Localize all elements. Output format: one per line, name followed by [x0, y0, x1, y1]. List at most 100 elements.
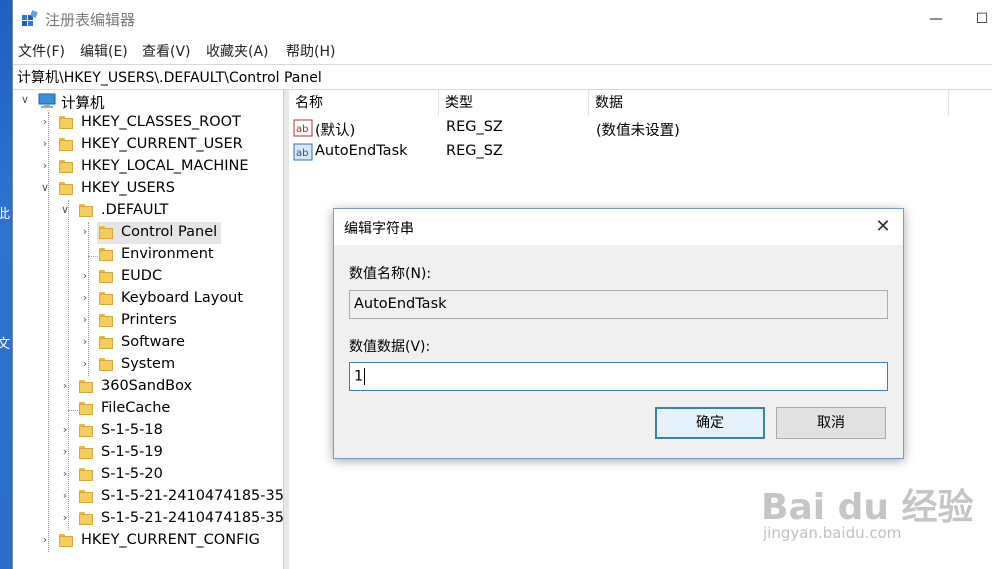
menu-file[interactable]: 文件(F) [18, 41, 65, 61]
value-data-input[interactable]: 1 [349, 362, 888, 391]
tree-item-label: 360SandBox [101, 378, 193, 394]
tree-item-s-1-5-20[interactable]: › S-1-5-20 [13, 464, 281, 486]
title-bar[interactable]: 注册表编辑器 — ☐ [13, 0, 992, 38]
column-header-name[interactable]: 名称 [289, 90, 439, 116]
column-header-type[interactable]: 类型 [439, 90, 589, 116]
window-title: 注册表编辑器 [45, 11, 136, 29]
tree-item-keyboard-layout[interactable]: › Keyboard Layout [13, 288, 281, 310]
value-name-label: 数值名称(N): [349, 266, 432, 282]
chevron-right-icon[interactable]: › [79, 291, 91, 305]
chevron-down-icon[interactable]: ∨ [39, 181, 51, 195]
close-icon[interactable]: ✕ [869, 215, 897, 239]
cancel-button[interactable]: 取消 [776, 407, 886, 439]
tree-item-software[interactable]: › Software [13, 332, 281, 354]
value-name-field: AutoEndTask [349, 290, 888, 319]
chevron-right-icon[interactable]: › [39, 533, 51, 547]
tree-item-hkey-classes-root[interactable]: › HKEY_CLASSES_ROOT [13, 112, 281, 134]
chevron-right-icon[interactable]: › [79, 269, 91, 283]
tree-item-label: S-1-5-21-2410474185-35 [101, 510, 283, 526]
chevron-right-icon[interactable]: › [59, 467, 71, 481]
address-bar[interactable]: 计算机\HKEY_USERS\.DEFAULT\Control Panel [13, 64, 992, 90]
tree-item-label: S-1-5-19 [101, 444, 163, 460]
chevron-right-icon[interactable]: › [39, 115, 51, 129]
tree-item-hkey-local-machine[interactable]: › HKEY_LOCAL_MACHINE [13, 156, 281, 178]
string-value-icon: ab [293, 119, 313, 137]
value-data: (数值未设置) [596, 123, 680, 139]
folder-icon [99, 292, 113, 306]
string-value-icon: ab [293, 143, 313, 161]
tree-item-hkey-current-config[interactable]: › HKEY_CURRENT_CONFIG [13, 530, 281, 552]
menu-view[interactable]: 查看(V) [142, 41, 191, 61]
chevron-right-icon[interactable]: › [39, 159, 51, 173]
desktop-background: 此 文 [0, 0, 12, 569]
chevron-down-icon[interactable]: ∨ [59, 203, 71, 217]
tree-item-label: S-1-5-20 [101, 466, 163, 482]
desktop-icon-label: 此 [0, 207, 11, 222]
folder-icon [79, 490, 93, 504]
tree-item-eudc[interactable]: › EUDC [13, 266, 281, 288]
folder-icon [99, 226, 113, 240]
tree-item-s-1-5-19[interactable]: › S-1-5-19 [13, 442, 281, 464]
tree-item-hkey-users[interactable]: ∨ HKEY_USERS [13, 178, 281, 200]
computer-icon [38, 93, 56, 108]
key-tree: ∨ 计算机 › HKEY_CLASSES_ROOT › HKEY_CURRENT… [13, 90, 283, 569]
folder-icon [99, 248, 113, 262]
value-data-text: 1 [354, 368, 364, 385]
tree-item-360sandbox[interactable]: › 360SandBox [13, 376, 281, 398]
tree-item-s-1-5-18[interactable]: › S-1-5-18 [13, 420, 281, 442]
menu-edit[interactable]: 编辑(E) [80, 41, 128, 61]
menu-help[interactable]: 帮助(H) [286, 41, 335, 61]
tree-item-label: .DEFAULT [101, 202, 169, 218]
value-type: REG_SZ [446, 143, 503, 159]
menu-bar: 文件(F) 编辑(E) 查看(V) 收藏夹(A) 帮助(H) [13, 38, 992, 64]
tree-item-label: 计算机 [61, 96, 105, 112]
value-data-label: 数值数据(V): [349, 339, 431, 355]
column-header-data[interactable]: 数据 [589, 90, 949, 116]
folder-icon [79, 446, 93, 460]
maximize-button[interactable]: ☐ [959, 6, 992, 32]
tree-item-s-1-5-21-b[interactable]: › S-1-5-21-2410474185-35 [13, 508, 283, 530]
tree-item-hkey-current-user[interactable]: › HKEY_CURRENT_USER [13, 134, 281, 156]
tree-item-system[interactable]: › System [13, 354, 281, 376]
folder-icon [59, 116, 73, 130]
folder-icon [59, 534, 73, 548]
minimize-button[interactable]: — [913, 6, 959, 32]
folder-icon [79, 468, 93, 482]
folder-icon [99, 336, 113, 350]
chevron-right-icon[interactable]: › [59, 423, 71, 437]
chevron-right-icon[interactable]: › [79, 225, 91, 239]
menu-favorites[interactable]: 收藏夹(A) [206, 41, 269, 61]
folder-icon [99, 314, 113, 328]
value-name-text: AutoEndTask [354, 296, 447, 312]
chevron-right-icon[interactable]: › [39, 137, 51, 151]
folder-icon [99, 358, 113, 372]
tree-item-computer[interactable]: ∨ 计算机 [13, 90, 281, 112]
tree-item-environment[interactable]: Environment [13, 244, 281, 266]
chevron-right-icon[interactable]: › [59, 489, 71, 503]
dialog-title-bar[interactable]: 编辑字符串 ✕ [334, 209, 903, 245]
tree-item-default[interactable]: ∨ .DEFAULT [13, 200, 281, 222]
tree-item-filecache[interactable]: FileCache [13, 398, 281, 420]
chevron-right-icon[interactable]: › [59, 379, 71, 393]
chevron-right-icon[interactable]: › [79, 335, 91, 349]
value-row[interactable]: ab (默认) REG_SZ (数值未设置) [289, 117, 949, 141]
chevron-right-icon[interactable]: › [59, 445, 71, 459]
tree-item-label: System [121, 356, 176, 372]
tree-item-printers[interactable]: › Printers [13, 310, 281, 332]
chevron-right-icon[interactable]: › [79, 357, 91, 371]
value-row[interactable]: ab AutoEndTask REG_SZ [289, 141, 949, 165]
ok-button[interactable]: 确定 [655, 407, 765, 439]
tree-item-label: HKEY_CLASSES_ROOT [81, 114, 241, 130]
tree-item-control-panel[interactable]: › Control Panel [13, 222, 281, 244]
address-path[interactable]: 计算机\HKEY_USERS\.DEFAULT\Control Panel [17, 67, 322, 87]
registry-editor-icon [22, 10, 38, 26]
chevron-right-icon[interactable]: › [79, 313, 91, 327]
tree-item-label: EUDC [121, 268, 163, 284]
chevron-right-icon[interactable]: › [59, 511, 71, 525]
folder-icon [79, 380, 93, 394]
folder-icon [59, 160, 73, 174]
tree-item-s-1-5-21-a[interactable]: › S-1-5-21-2410474185-35 [13, 486, 283, 508]
chevron-down-icon[interactable]: ∨ [19, 93, 31, 107]
tree-item-label: HKEY_USERS [81, 180, 175, 196]
folder-icon [79, 402, 93, 416]
